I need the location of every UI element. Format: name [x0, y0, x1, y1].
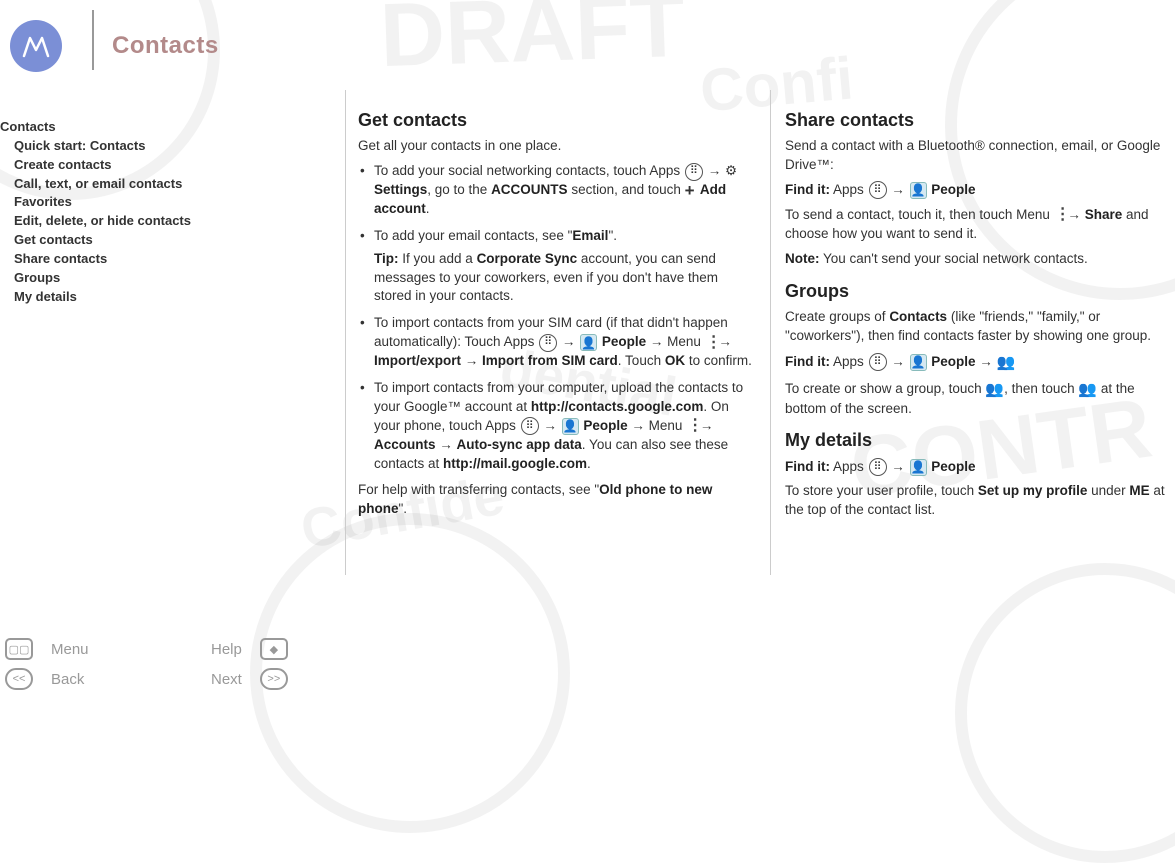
apps-icon: ⠿ [869, 181, 887, 199]
apps-icon: ⠿ [521, 417, 539, 435]
toc-item[interactable]: Call, text, or email contacts [0, 175, 250, 194]
back-icon[interactable]: << [5, 668, 33, 690]
people-icon: 👤 [910, 459, 927, 476]
toc-item[interactable]: Groups [0, 269, 250, 288]
page-title: Contacts [112, 32, 219, 60]
toc-item[interactable]: Get contacts [0, 231, 250, 250]
menu-dots-icon [1055, 211, 1063, 219]
help-icon[interactable]: ◆ [260, 638, 288, 660]
next-icon[interactable]: >> [260, 668, 288, 690]
section-intro: Get all your contacts in one place. [358, 137, 753, 156]
plus-icon: + [685, 184, 695, 198]
next-button[interactable]: Next [211, 671, 242, 688]
toc-item[interactable]: Contacts [0, 118, 250, 137]
apps-icon: ⠿ [539, 334, 557, 352]
people-icon: 👤 [580, 334, 597, 351]
group-icon: 👥 [997, 354, 1016, 371]
help-button[interactable]: Help [211, 641, 242, 658]
menu-dots-icon [687, 422, 695, 430]
toc-item[interactable]: Favorites [0, 193, 250, 212]
bullet-item: To import contacts from your SIM card (i… [364, 314, 753, 371]
column-divider [345, 90, 346, 575]
motorola-logo [10, 20, 62, 72]
section-heading: Share contacts [785, 108, 1175, 133]
apps-icon: ⠿ [869, 458, 887, 476]
back-button[interactable]: Back [51, 671, 131, 688]
header-divider [92, 10, 94, 70]
column-get-contacts: Get contacts Get all your contacts in on… [358, 108, 753, 525]
section-heading: My details [785, 428, 1175, 453]
group-icon: 👥 [1078, 381, 1097, 398]
menu-dots-icon [706, 339, 714, 347]
column-right: Share contacts Send a contact with a Blu… [785, 108, 1175, 526]
menu-icon[interactable]: ▢▢ [5, 638, 33, 660]
body-text: To send a contact, touch it, then touch … [785, 206, 1175, 244]
find-it-line: Find it: Apps ⠿ → 👤 People → 👥 [785, 352, 1175, 373]
body-text: To store your user profile, touch Set up… [785, 482, 1175, 520]
toc-item[interactable]: Share contacts [0, 250, 250, 269]
section-outro: For help with transferring contacts, see… [358, 481, 753, 519]
section-heading: Groups [785, 279, 1175, 304]
section-intro: Send a contact with a Bluetooth® connect… [785, 137, 1175, 175]
bullet-item: To import contacts from your computer, u… [364, 379, 753, 473]
footer-nav: ▢▢ Menu Help ◆ << Back Next >> [5, 638, 305, 698]
people-icon: 👤 [562, 418, 579, 435]
note-line: Note: You can't send your social network… [785, 250, 1175, 269]
section-heading: Get contacts [358, 108, 753, 133]
toc-item[interactable]: Create contacts [0, 156, 250, 175]
group-icon: 👥 [985, 381, 1004, 398]
toc-sidebar: Contacts Quick start: Contacts Create co… [0, 118, 250, 306]
find-it-line: Find it: Apps ⠿ → 👤 People [785, 181, 1175, 200]
menu-button[interactable]: Menu [51, 641, 131, 658]
bullet-item: To add your social networking contacts, … [364, 162, 753, 219]
people-icon: 👤 [910, 354, 927, 371]
body-text: Create groups of Contacts (like "friends… [785, 308, 1175, 346]
toc-item[interactable]: Quick start: Contacts [0, 137, 250, 156]
header: Contacts [10, 20, 219, 72]
apps-icon: ⠿ [869, 353, 887, 371]
toc-item[interactable]: Edit, delete, or hide contacts [0, 212, 250, 231]
gear-icon: ⚙ [725, 163, 737, 178]
column-divider [770, 90, 771, 575]
toc-item[interactable]: My details [0, 288, 250, 307]
body-text: To create or show a group, touch 👥, then… [785, 379, 1175, 419]
people-icon: 👤 [910, 182, 927, 199]
apps-icon: ⠿ [685, 163, 703, 181]
find-it-line: Find it: Apps ⠿ → 👤 People [785, 458, 1175, 477]
bullet-item: To add your email contacts, see "Email".… [364, 227, 753, 307]
